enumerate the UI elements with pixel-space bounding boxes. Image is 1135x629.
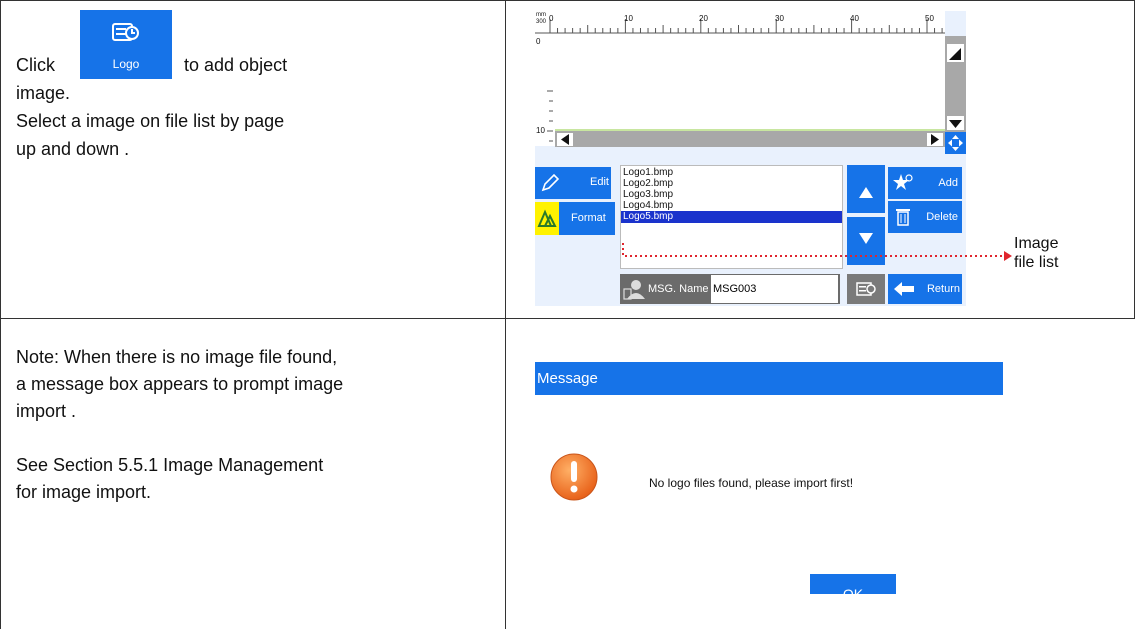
note-line4: See Section 5.5.1 Image Management <box>16 455 324 475</box>
return-arrow-icon <box>894 282 914 296</box>
instruction-add-object: to add object <box>184 55 288 75</box>
vertical-scrollbar[interactable] <box>945 36 966 132</box>
pencil-icon <box>541 173 560 192</box>
note-line3: import . <box>16 401 77 421</box>
callout-label: Image file list <box>1014 234 1058 272</box>
print-canvas[interactable] <box>555 36 945 131</box>
add-star-icon <box>893 174 913 190</box>
logo-icon <box>112 23 139 41</box>
user-icon <box>623 280 645 300</box>
page-up-button[interactable] <box>847 165 885 213</box>
ok-button[interactable]: OK <box>810 574 896 594</box>
message-dialog: Message No logo files found, please impo… <box>535 362 1003 594</box>
edit-button[interactable]: Edit <box>535 167 611 199</box>
format-icon <box>537 209 557 227</box>
logo-button[interactable]: Logo <box>80 10 172 79</box>
table-divider-horizontal <box>0 318 1135 319</box>
note-line5: for image import. <box>16 482 152 502</box>
add-button[interactable]: Add <box>888 167 962 199</box>
vruler-label-10: 10 <box>536 126 545 135</box>
format-label: Format <box>571 212 606 224</box>
move-button[interactable] <box>945 132 966 154</box>
file-item-selected[interactable]: Logo5.bmp <box>621 211 842 223</box>
warning-icon <box>550 453 598 501</box>
msg-name-input[interactable]: MSG003 <box>711 275 838 303</box>
note-line2: a message box appears to prompt image <box>16 374 344 394</box>
note-line1: Note: When there is no image file found, <box>16 347 338 367</box>
horizontal-scrollbar[interactable] <box>555 131 945 147</box>
ruler-label-40: 40 <box>850 14 859 23</box>
msg-name-label: MSG. Name <box>648 283 709 295</box>
dialog-body: No logo files found, please import first… <box>535 395 1003 594</box>
ruler-label-20: 20 <box>699 14 708 23</box>
ruler-label-10: 10 <box>624 14 633 23</box>
vertical-ruler: 0 10 <box>535 36 555 146</box>
edit-label: Edit <box>590 176 609 188</box>
horizontal-ruler: mm 300 0 10 20 30 40 50 <box>535 11 945 36</box>
ruler-unit: mm 300 <box>536 12 547 25</box>
vruler-label-0: 0 <box>536 37 541 46</box>
ruler-label-0: 0 <box>549 14 554 23</box>
table-border-top <box>0 0 1135 1</box>
format-button[interactable]: Format <box>535 202 615 235</box>
ruler-label-50: 50 <box>925 14 934 23</box>
dialog-message: No logo files found, please import first… <box>649 476 854 490</box>
return-button[interactable]: Return <box>888 274 962 304</box>
return-label: Return <box>926 283 960 295</box>
move-arrows-icon <box>948 135 963 151</box>
table-divider-vertical <box>505 0 506 629</box>
instruction-click: Click <box>16 55 55 75</box>
delete-label: Delete <box>926 211 958 223</box>
table-border-left <box>0 0 1 629</box>
callout-line1: Image <box>1014 235 1059 252</box>
logo-small-button[interactable] <box>847 274 885 304</box>
logo-button-label: Logo <box>112 57 140 71</box>
instruction-image: image. <box>16 83 71 103</box>
arrow-up-icon <box>859 187 873 198</box>
logo-icon <box>856 282 876 296</box>
trash-icon <box>896 209 910 226</box>
delete-button[interactable]: Delete <box>888 201 962 233</box>
instruction-page: up and down . <box>16 139 130 159</box>
callout-line2: file list <box>1014 254 1059 271</box>
add-label: Add <box>938 177 958 189</box>
instruction-select: Select a image on file list by page <box>16 111 285 131</box>
callout-line <box>622 243 1012 261</box>
ruler-label-30: 30 <box>775 14 784 23</box>
dialog-title: Message <box>535 362 1003 395</box>
